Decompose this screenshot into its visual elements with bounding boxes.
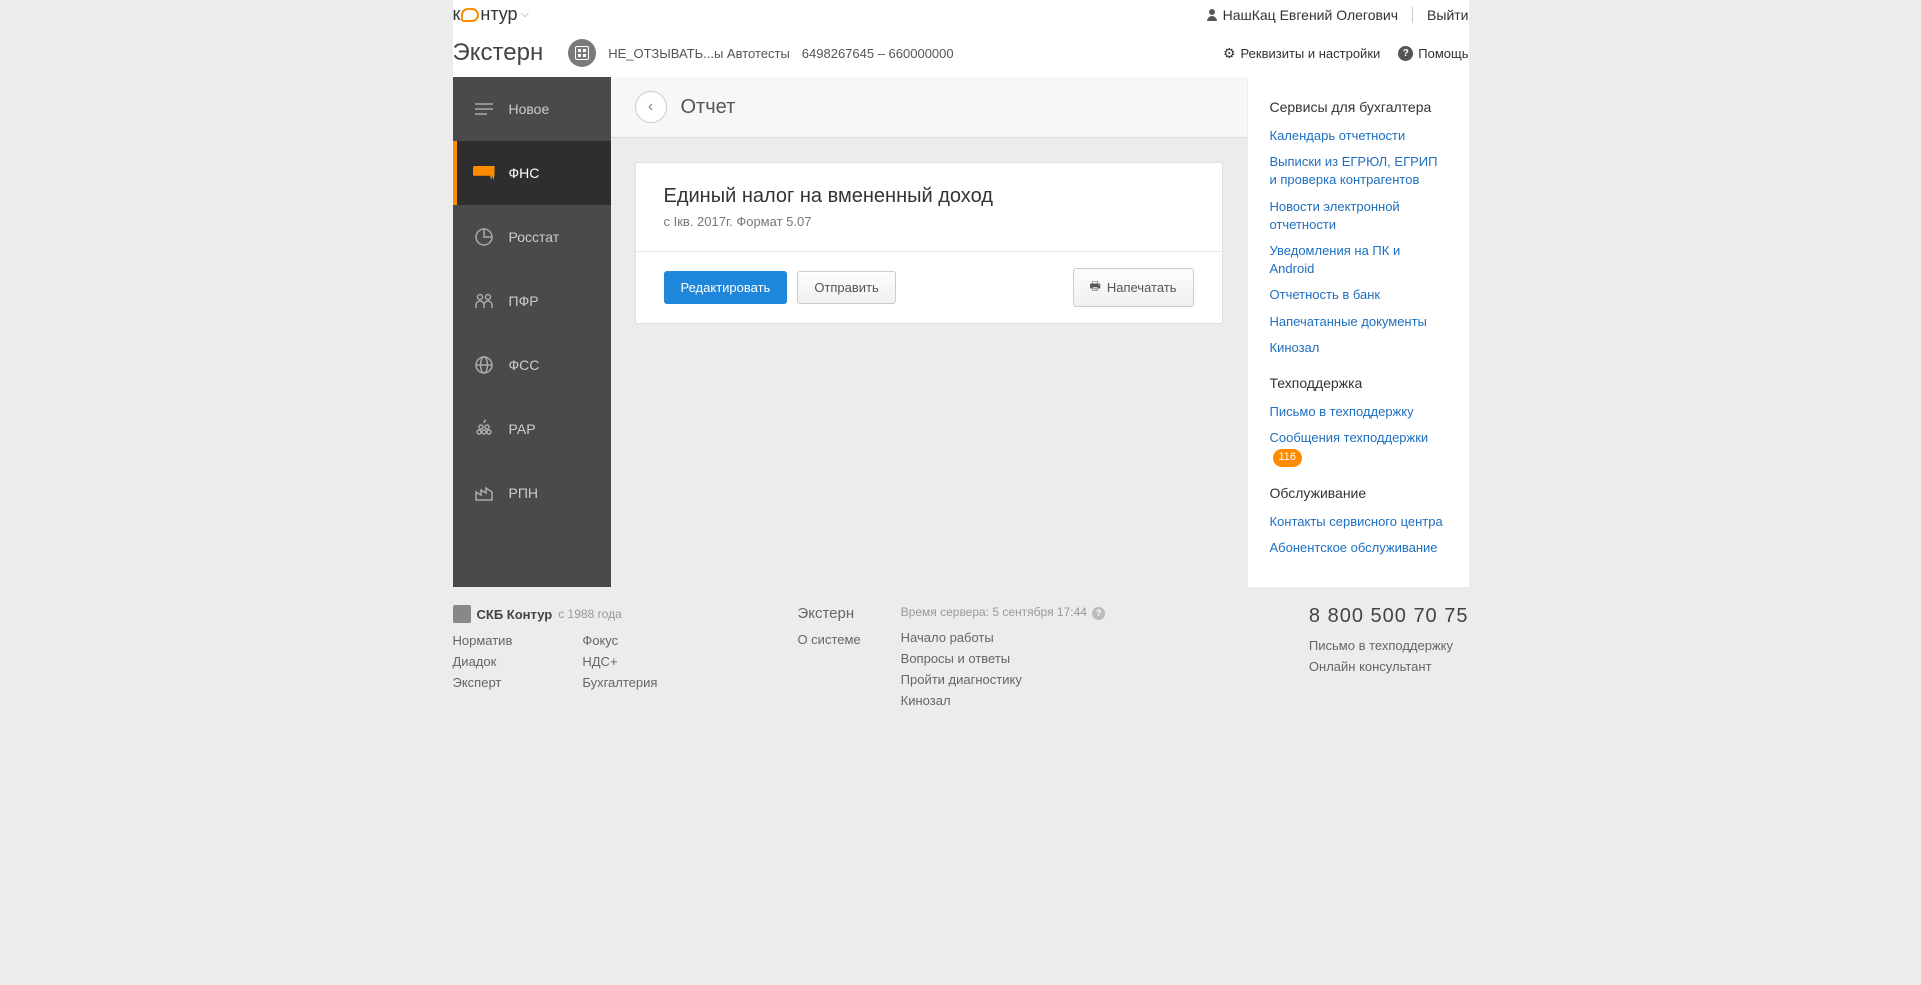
rightbar-section-title: Техподдержка bbox=[1270, 375, 1447, 391]
logout-link[interactable]: Выйти bbox=[1427, 7, 1468, 23]
org-icon[interactable] bbox=[568, 39, 596, 67]
user-name: НашКац Евгений Олегович bbox=[1223, 7, 1398, 23]
sidebar-item-rar[interactable]: РАР bbox=[453, 397, 611, 461]
pie-icon bbox=[473, 226, 495, 248]
footer: СКБ Контур с 1988 года Норматив Диадок Э… bbox=[453, 587, 1469, 748]
back-button[interactable]: ‹ bbox=[635, 91, 667, 123]
help-icon: ? bbox=[1398, 46, 1413, 61]
footer-link[interactable]: Фокус bbox=[582, 633, 657, 648]
gear-icon: ⚙ bbox=[1223, 45, 1236, 62]
rightbar: Сервисы для бухгалтера Календарь отчетно… bbox=[1247, 77, 1469, 587]
footer-phone: 8 800 500 70 75 bbox=[1309, 605, 1469, 628]
content: ‹ Отчет Единый налог на вмененный доход … bbox=[611, 77, 1247, 587]
globe-icon bbox=[473, 354, 495, 376]
kontur-logo[interactable]: к нтур ⌵ bbox=[453, 4, 529, 25]
footer-link[interactable]: О системе bbox=[797, 632, 860, 647]
rightbar-link[interactable]: Письмо в техподдержку bbox=[1270, 403, 1447, 421]
sidebar-item-label: Новое bbox=[509, 101, 550, 117]
footer-link[interactable]: Начало работы bbox=[901, 630, 1106, 645]
cloud-icon bbox=[461, 8, 479, 22]
sidebar-item-label: РАР bbox=[509, 421, 536, 437]
print-button[interactable]: 🖶 Напечатать bbox=[1073, 268, 1194, 307]
flag-icon bbox=[473, 162, 495, 184]
rightbar-section-title: Обслуживание bbox=[1270, 485, 1447, 501]
footer-link[interactable]: Эксперт bbox=[453, 675, 513, 690]
footer-link[interactable]: Письмо в техподдержку bbox=[1309, 638, 1469, 653]
footer-link[interactable]: Диадок bbox=[453, 654, 513, 669]
org-name[interactable]: НЕ_ОТЗЫВАТЬ...ы Автотесты bbox=[608, 46, 790, 61]
chevron-down-icon: ⌵ bbox=[521, 8, 529, 21]
sidebar-item-label: ФСС bbox=[509, 357, 540, 373]
help-link[interactable]: ? Помощь bbox=[1398, 46, 1468, 61]
sidebar-item-label: РПН bbox=[509, 485, 539, 501]
rightbar-link[interactable]: Отчетность в банк bbox=[1270, 286, 1447, 304]
rightbar-link[interactable]: Кинозал bbox=[1270, 339, 1447, 357]
sidebar-item-new[interactable]: Новое bbox=[453, 77, 611, 141]
footer-link[interactable]: Кинозал bbox=[901, 693, 1106, 708]
sidebar: Новое ФНС Росстат ПФР bbox=[453, 77, 611, 587]
person-icon bbox=[1206, 9, 1218, 21]
footer-since: с 1988 года bbox=[558, 607, 622, 621]
help-label: Помощь bbox=[1418, 46, 1468, 61]
sidebar-item-label: ПФР bbox=[509, 293, 539, 309]
send-button[interactable]: Отправить bbox=[797, 271, 895, 304]
footer-link[interactable]: Вопросы и ответы bbox=[901, 651, 1106, 666]
page-title: Отчет bbox=[681, 96, 736, 119]
footer-logo-text: СКБ Контур bbox=[477, 607, 553, 622]
rightbar-link[interactable]: Новости электронной отчетности bbox=[1270, 198, 1447, 234]
chevron-left-icon: ‹ bbox=[648, 98, 653, 116]
main-layout: Новое ФНС Росстат ПФР bbox=[453, 77, 1469, 587]
info-icon[interactable]: ? bbox=[1092, 607, 1105, 620]
rightbar-link[interactable]: Выписки из ЕГРЮЛ, ЕГРИП и проверка контр… bbox=[1270, 153, 1447, 189]
org-codes: 6498267645 – 660000000 bbox=[802, 46, 954, 61]
logo-text-right: нтур bbox=[480, 4, 517, 25]
sidebar-item-pfr[interactable]: ПФР bbox=[453, 269, 611, 333]
footer-link[interactable]: НДС+ bbox=[582, 654, 657, 669]
edit-button[interactable]: Редактировать bbox=[664, 271, 788, 304]
settings-label: Реквизиты и настройки bbox=[1241, 46, 1381, 61]
sidebar-item-rpn[interactable]: РПН bbox=[453, 461, 611, 525]
rightbar-section-title: Сервисы для бухгалтера bbox=[1270, 99, 1447, 115]
rightbar-link[interactable]: Уведомления на ПК и Android bbox=[1270, 242, 1447, 278]
skb-logo-icon bbox=[453, 605, 471, 623]
sidebar-item-rosstat[interactable]: Росстат bbox=[453, 205, 611, 269]
topbar: к нтур ⌵ НашКац Евгений Олегович Выйти bbox=[453, 0, 1469, 29]
server-time: Время сервера: 5 сентября 17:44 ? bbox=[901, 605, 1106, 620]
footer-logo[interactable]: СКБ Контур с 1988 года bbox=[453, 605, 658, 623]
sidebar-item-fss[interactable]: ФСС bbox=[453, 333, 611, 397]
footer-link[interactable]: Норматив bbox=[453, 633, 513, 648]
settings-link[interactable]: ⚙ Реквизиты и настройки bbox=[1223, 45, 1380, 62]
sidebar-item-fns[interactable]: ФНС bbox=[453, 141, 611, 205]
footer-link[interactable]: Бухгалтерия bbox=[582, 675, 657, 690]
rightbar-link[interactable]: Напечатанные документы bbox=[1270, 313, 1447, 331]
report-subtitle: с Iкв. 2017г. Формат 5.07 bbox=[664, 214, 1194, 229]
rightbar-link-text: Сообщения техподдержки bbox=[1270, 430, 1429, 445]
report-title: Единый налог на вмененный доход bbox=[664, 185, 1194, 208]
content-header: ‹ Отчет bbox=[611, 77, 1247, 138]
rightbar-link-badge[interactable]: Сообщения техподдержки 116 bbox=[1270, 429, 1447, 467]
report-card: Единый налог на вмененный доход с Iкв. 2… bbox=[635, 162, 1223, 324]
factory-icon bbox=[473, 482, 495, 504]
header-row: Экстерн НЕ_ОТЗЫВАТЬ...ы Автотесты 649826… bbox=[453, 29, 1469, 77]
sidebar-item-label: Росстат bbox=[509, 229, 560, 245]
rightbar-link[interactable]: Календарь отчетности bbox=[1270, 127, 1447, 145]
logo-text-left: к bbox=[453, 4, 461, 25]
footer-link[interactable]: Пройти диагностику bbox=[901, 672, 1106, 687]
grapes-icon bbox=[473, 418, 495, 440]
divider bbox=[1412, 7, 1413, 23]
people-icon bbox=[473, 290, 495, 312]
footer-extern-title: Экстерн bbox=[797, 605, 860, 622]
print-label: Напечатать bbox=[1107, 280, 1177, 295]
rightbar-link[interactable]: Контакты сервисного центра bbox=[1270, 513, 1447, 531]
rightbar-link[interactable]: Абонентское обслуживание bbox=[1270, 539, 1447, 557]
footer-link[interactable]: Онлайн консультант bbox=[1309, 659, 1469, 674]
new-icon bbox=[473, 98, 495, 120]
user-link[interactable]: НашКац Евгений Олегович bbox=[1206, 7, 1398, 23]
print-icon: 🖶 bbox=[1090, 277, 1101, 298]
sidebar-item-label: ФНС bbox=[509, 165, 540, 181]
app-title: Экстерн bbox=[453, 39, 544, 67]
badge: 116 bbox=[1273, 449, 1303, 466]
